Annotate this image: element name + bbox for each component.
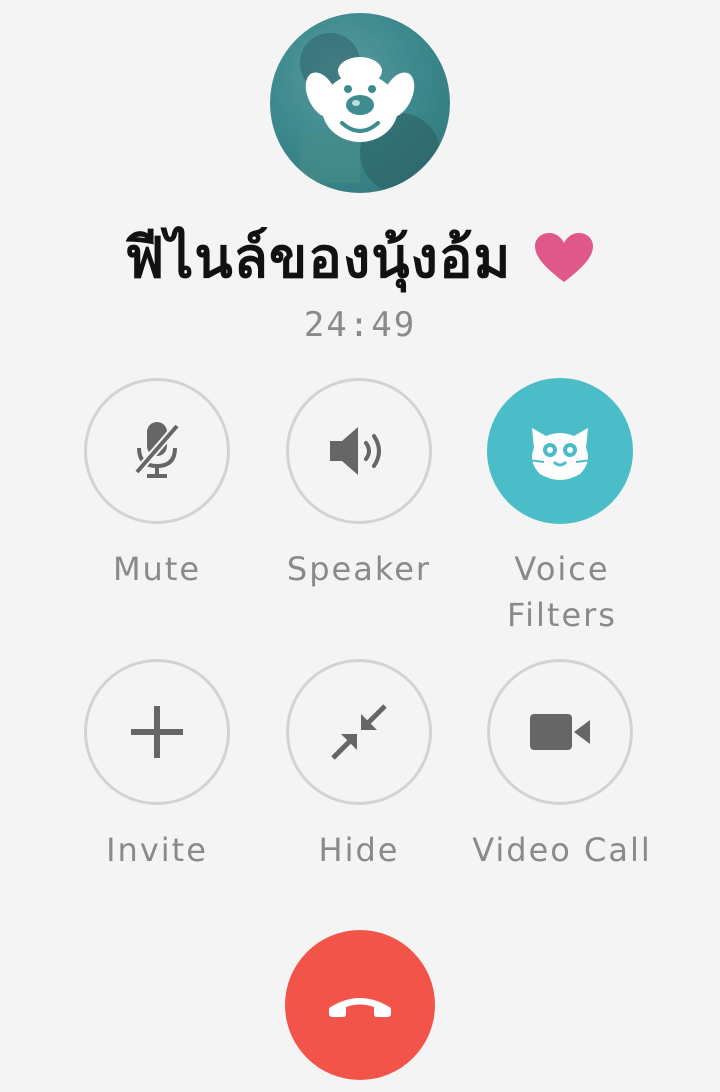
muted-microphone-icon <box>133 422 181 478</box>
dog-face-icon <box>300 33 440 193</box>
end-call-button[interactable] <box>285 930 435 1080</box>
voice-filters-button[interactable] <box>487 378 633 524</box>
video-camera-icon <box>530 714 590 750</box>
speaker-button[interactable] <box>286 378 432 524</box>
video-call-button[interactable] <box>487 659 633 805</box>
hang-up-phone-icon <box>329 998 391 1017</box>
call-timer: 24:49 <box>303 305 417 345</box>
voice-filters-label-line1: Voice <box>514 550 610 588</box>
contact-name: ฟีไนล์ของนุ้งอ้ม <box>124 225 512 291</box>
plus-icon <box>131 706 183 758</box>
speaker-icon <box>330 427 381 475</box>
video-call-label: Video Call <box>472 831 652 869</box>
invite-button[interactable] <box>84 659 230 805</box>
hide-button[interactable] <box>286 659 432 805</box>
hide-label: Hide <box>318 831 400 869</box>
voice-filters-label-line2: Filters <box>507 596 617 634</box>
heart-icon <box>533 232 595 284</box>
cat-face-icon <box>527 428 593 480</box>
invite-label: Invite <box>106 831 208 869</box>
voice-filters-label: Voice Filters <box>462 546 662 638</box>
contact-name-row: ฟีไนล์ของนุ้งอ้ม <box>0 218 720 298</box>
mute-label: Mute <box>112 550 202 588</box>
minimize-arrows-icon <box>331 704 387 760</box>
speaker-label: Speaker <box>286 550 432 588</box>
mute-button[interactable] <box>84 378 230 524</box>
contact-avatar <box>270 13 450 193</box>
